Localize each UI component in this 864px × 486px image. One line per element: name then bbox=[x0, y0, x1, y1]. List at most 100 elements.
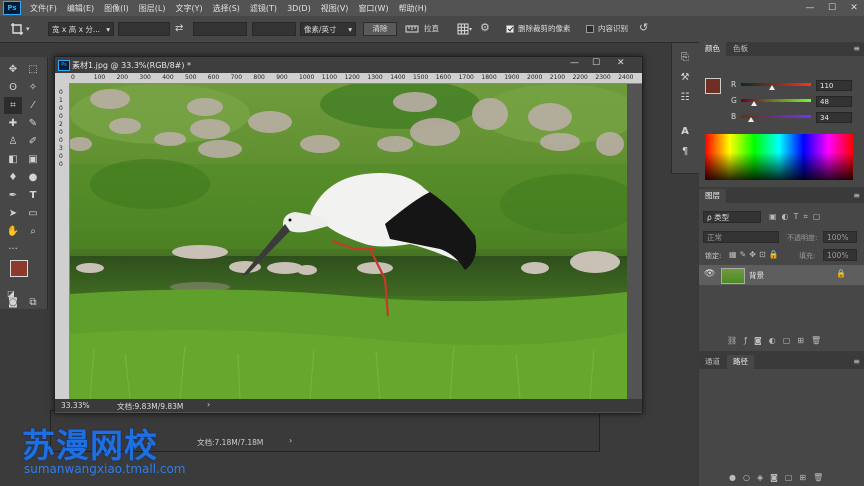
menu-type[interactable]: 文字(Y) bbox=[170, 3, 207, 14]
rectangle-tool-icon[interactable]: ▭ bbox=[24, 205, 42, 222]
history-panel-icon[interactable]: ⎘ bbox=[676, 49, 694, 66]
lock-icons[interactable]: ▦✎✥⊡🔒 bbox=[729, 250, 782, 259]
menu-3d[interactable]: 3D(D) bbox=[282, 4, 316, 13]
doc-minimize-button[interactable]: — bbox=[570, 58, 579, 68]
blend-mode-dropdown[interactable]: 正常 bbox=[703, 231, 779, 243]
quick-mask-icon[interactable]: ◙ bbox=[4, 294, 22, 311]
red-slider[interactable] bbox=[741, 83, 811, 86]
path-selection-tool-icon[interactable]: ➤ bbox=[4, 205, 22, 222]
menu-layer[interactable]: 图层(L) bbox=[134, 3, 171, 14]
straighten-icon[interactable] bbox=[405, 24, 419, 34]
gradient-tool-icon[interactable]: ▣ bbox=[24, 151, 42, 168]
menu-file[interactable]: 文件(F) bbox=[25, 3, 62, 14]
clear-button[interactable]: 清除 bbox=[363, 22, 397, 36]
resolution-unit-dropdown[interactable]: 像素/英寸 ▾ bbox=[300, 22, 356, 36]
pen-tool-icon[interactable]: ✒ bbox=[4, 187, 22, 204]
eye-icon[interactable]: 👁 bbox=[704, 269, 715, 279]
properties-panel-icon[interactable]: ⚒ bbox=[676, 69, 694, 86]
clone-stamp-tool-icon[interactable]: ♙ bbox=[4, 133, 22, 150]
width-input[interactable] bbox=[118, 22, 170, 36]
menu-help[interactable]: 帮助(H) bbox=[394, 3, 432, 14]
character-panel-icon[interactable]: A bbox=[676, 123, 694, 140]
maximize-button[interactable]: ☐ bbox=[822, 0, 842, 16]
content-aware-checkbox[interactable] bbox=[586, 25, 594, 33]
reset-icon[interactable]: ↺ bbox=[639, 22, 648, 34]
crop-tool-active-icon[interactable]: ⌗ bbox=[4, 97, 22, 114]
healing-brush-tool-icon[interactable]: ✚ bbox=[4, 115, 22, 132]
foreground-color-swatch[interactable] bbox=[10, 260, 28, 277]
magic-wand-tool-icon[interactable]: ✧ bbox=[24, 79, 42, 96]
minimize-button[interactable]: — bbox=[800, 0, 820, 16]
crop-tool-icon[interactable] bbox=[10, 22, 24, 36]
tab-layers[interactable]: 图层 bbox=[699, 189, 726, 203]
document-tab[interactable]: Ps 素材1.jpg @ 33.3%(RGB/8#) * — ☐ ✕ bbox=[55, 57, 642, 73]
close-button[interactable]: ✕ bbox=[844, 0, 864, 16]
dodge-tool-icon[interactable]: ● bbox=[24, 169, 42, 186]
panel-menu-icon[interactable]: ≡ bbox=[853, 44, 860, 53]
chevron-right-icon[interactable]: › bbox=[289, 436, 292, 445]
marquee-tool-icon[interactable]: ⬚ bbox=[24, 61, 42, 78]
paragraph-panel-icon[interactable]: ¶ bbox=[676, 143, 694, 160]
chevron-right-icon[interactable]: › bbox=[207, 400, 210, 409]
tab-color[interactable]: 颜色 bbox=[699, 42, 726, 56]
chevron-down-icon[interactable]: ▾ bbox=[469, 24, 472, 36]
vertical-ruler[interactable]: 0100200300 bbox=[55, 83, 70, 399]
red-value-input[interactable]: 110 bbox=[816, 80, 852, 91]
menu-filter[interactable]: 滤镜(T) bbox=[245, 3, 282, 14]
green-slider-thumb[interactable] bbox=[751, 101, 757, 106]
current-color-swatch[interactable] bbox=[705, 78, 721, 94]
gear-icon[interactable]: ⚙ bbox=[480, 22, 490, 34]
swap-arrows-icon[interactable]: ⇄ bbox=[175, 23, 183, 35]
history-brush-tool-icon[interactable]: ✐ bbox=[24, 133, 42, 150]
lock-icon: 🔒 bbox=[836, 269, 846, 278]
grid-overlay-icon[interactable] bbox=[457, 23, 469, 35]
image-canvas[interactable] bbox=[70, 84, 627, 399]
tab-paths[interactable]: 路径 bbox=[727, 355, 754, 369]
layer-row-background[interactable]: 👁 背景 🔒 bbox=[699, 265, 864, 285]
panel-menu-icon[interactable]: ≡ bbox=[853, 191, 860, 200]
height-input[interactable] bbox=[193, 22, 247, 36]
red-slider-thumb[interactable] bbox=[769, 85, 775, 90]
resolution-input[interactable] bbox=[252, 22, 296, 36]
fill-input[interactable]: 100% bbox=[823, 249, 857, 261]
doc-maximize-button[interactable]: ☐ bbox=[592, 58, 600, 68]
tool-preset-arrow-icon[interactable]: ▾ bbox=[26, 23, 30, 35]
more-tools-icon[interactable]: ··· bbox=[4, 241, 22, 258]
adjustments-panel-icon[interactable]: ☷ bbox=[676, 89, 694, 106]
layers-footer-icons[interactable]: ⛓ƒ◙◐▢⊞🗑 bbox=[727, 336, 828, 345]
menu-select[interactable]: 选择(S) bbox=[208, 3, 245, 14]
horizontal-ruler[interactable]: 0 100 200 300 400 500 600 700 800 900 1000 1100 1200… bbox=[55, 73, 642, 84]
hand-tool-icon[interactable]: ✋ bbox=[4, 223, 22, 240]
menu-image[interactable]: 图像(I) bbox=[99, 3, 134, 14]
blue-value-input[interactable]: 34 bbox=[816, 112, 852, 123]
blur-tool-icon[interactable]: ♦ bbox=[4, 169, 22, 186]
paths-footer-icons[interactable]: ●○◈◙▢⊞🗑 bbox=[729, 473, 830, 482]
brush-tool-icon[interactable]: ✎ bbox=[24, 115, 42, 132]
panel-menu-icon[interactable]: ≡ bbox=[853, 357, 860, 366]
doc-close-button[interactable]: ✕ bbox=[617, 58, 625, 68]
color-spectrum[interactable] bbox=[705, 134, 853, 180]
zoom-readout[interactable]: 33.33% bbox=[61, 401, 90, 410]
color-panel-tabs: 颜色 色板 ≡ bbox=[699, 42, 864, 56]
layer-filter-icons[interactable]: ▣◐T⌗▢ bbox=[769, 212, 826, 222]
delete-cropped-checkbox[interactable] bbox=[506, 25, 514, 33]
menu-edit[interactable]: 编辑(E) bbox=[62, 3, 99, 14]
move-tool-icon[interactable]: ✥ bbox=[4, 61, 22, 78]
eraser-tool-icon[interactable]: ◧ bbox=[4, 151, 22, 168]
zoom-tool-icon[interactable]: ⌕ bbox=[24, 223, 42, 240]
document-title: 素材1.jpg @ 33.3%(RGB/8#) * bbox=[72, 61, 192, 70]
ruler-top-label: 1100 bbox=[321, 74, 338, 81]
opacity-input[interactable]: 100% bbox=[823, 231, 857, 243]
crop-ratio-dropdown[interactable]: 宽 x 高 x 分... ▾ bbox=[48, 22, 114, 36]
layer-filter-dropdown[interactable]: ρ 类型 bbox=[703, 211, 761, 223]
lasso-tool-icon[interactable]: ʘ bbox=[4, 79, 22, 96]
blue-slider-thumb[interactable] bbox=[748, 117, 754, 122]
menu-window[interactable]: 窗口(W) bbox=[353, 3, 393, 14]
menu-view[interactable]: 视图(V) bbox=[316, 3, 354, 14]
tab-channels[interactable]: 通道 bbox=[699, 355, 726, 369]
eyedropper-tool-icon[interactable]: ⁄ bbox=[24, 97, 42, 114]
screen-mode-icon[interactable]: ⧉ bbox=[24, 294, 42, 311]
type-tool-icon[interactable]: T bbox=[24, 187, 42, 204]
green-value-input[interactable]: 48 bbox=[816, 96, 852, 107]
tab-swatches[interactable]: 色板 bbox=[727, 42, 754, 56]
